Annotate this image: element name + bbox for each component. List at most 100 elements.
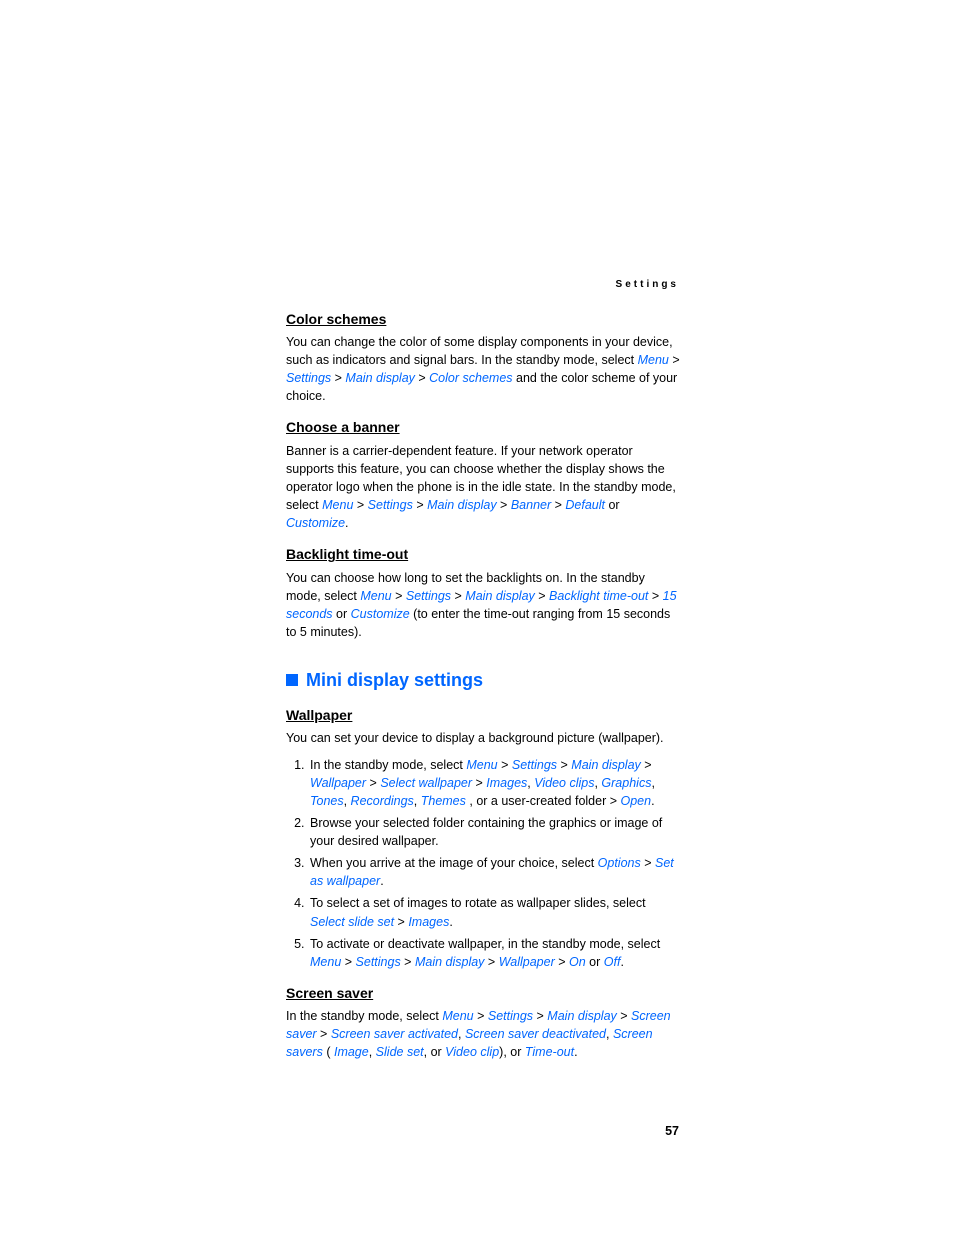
menu-path-term: Banner — [511, 498, 551, 512]
text: . — [574, 1045, 577, 1059]
menu-path-term: Open — [621, 794, 652, 808]
menu-path-term: Settings — [356, 955, 401, 969]
separator: > — [641, 758, 652, 772]
text: In the standby mode, select — [310, 758, 466, 772]
menu-path-term: Default — [565, 498, 605, 512]
menu-path-term: Menu — [322, 498, 353, 512]
text: To activate or deactivate wallpaper, in … — [310, 937, 660, 951]
menu-path-term: Customize — [351, 607, 410, 621]
list-item: When you arrive at the image of your cho… — [308, 854, 681, 890]
menu-path-term: Main display — [415, 955, 484, 969]
menu-path-term: Settings — [406, 589, 451, 603]
text: ), or — [499, 1045, 525, 1059]
menu-path-term: Video clips — [534, 776, 594, 790]
text: or — [608, 498, 619, 512]
paragraph: You can change the color of some display… — [286, 333, 681, 406]
text: , — [606, 1027, 613, 1041]
text: or — [336, 607, 351, 621]
text: . — [345, 516, 348, 530]
menu-path-term: Wallpaper — [310, 776, 366, 790]
paragraph: Banner is a carrier-dependent feature. I… — [286, 442, 681, 533]
menu-path-term: Settings — [368, 498, 413, 512]
menu-path-term: Main display — [547, 1009, 616, 1023]
square-bullet-icon — [286, 674, 298, 686]
menu-path-term: Customize — [286, 516, 345, 530]
separator: > — [474, 1009, 488, 1023]
menu-path-term: Image — [334, 1045, 369, 1059]
text: . — [449, 915, 452, 929]
separator: > — [498, 758, 512, 772]
menu-path-term: Graphics — [601, 776, 651, 790]
menu-path-term: Menu — [466, 758, 497, 772]
text: . — [620, 955, 623, 969]
menu-path-term: Images — [408, 915, 449, 929]
menu-path-term: Options — [598, 856, 641, 870]
list-item: In the standby mode, select Menu > Setti… — [308, 756, 681, 810]
separator: > — [415, 371, 429, 385]
separator: > — [648, 589, 662, 603]
text: or — [589, 955, 604, 969]
menu-path-term: Off — [604, 955, 621, 969]
text: You can change the color of some display… — [286, 335, 673, 367]
separator: > — [317, 1027, 331, 1041]
separator: > — [669, 353, 680, 367]
separator: > — [331, 371, 345, 385]
text: , — [651, 776, 654, 790]
separator: > — [484, 955, 498, 969]
menu-path-term: Slide set — [376, 1045, 424, 1059]
heading-text: Mini display settings — [306, 667, 483, 693]
list-item: To select a set of images to rotate as w… — [308, 894, 681, 930]
menu-path-term: Video clip — [445, 1045, 499, 1059]
menu-path-term: Main display — [345, 371, 414, 385]
heading-mini-display-settings: Mini display settings — [286, 667, 681, 693]
separator: > — [353, 498, 367, 512]
text: In the standby mode, select — [286, 1009, 442, 1023]
paragraph: You can set your device to display a bac… — [286, 729, 681, 747]
separator: > — [401, 955, 415, 969]
menu-path-term: Settings — [512, 758, 557, 772]
menu-path-term: Menu — [310, 955, 341, 969]
menu-path-term: Menu — [442, 1009, 473, 1023]
text: , — [344, 794, 351, 808]
separator: > — [557, 758, 571, 772]
heading-screen-saver: Screen saver — [286, 983, 681, 1003]
menu-path-term: Main display — [571, 758, 640, 772]
menu-path-term: Backlight time-out — [549, 589, 648, 603]
separator: > — [617, 1009, 631, 1023]
menu-path-term: Select slide set — [310, 915, 394, 929]
text: . — [651, 794, 654, 808]
menu-path-term: Wallpaper — [499, 955, 555, 969]
menu-path-term: Screen saver deactivated — [465, 1027, 606, 1041]
page: Settings Color schemes You can change th… — [0, 0, 954, 1235]
menu-path-term: Menu — [638, 353, 669, 367]
separator: > — [413, 498, 427, 512]
menu-path-term: Settings — [488, 1009, 533, 1023]
menu-path-term: Settings — [286, 371, 331, 385]
menu-path-term: Main display — [465, 589, 534, 603]
menu-path-term: Themes — [421, 794, 466, 808]
menu-path-term: On — [569, 955, 586, 969]
content-column: Settings Color schemes You can change th… — [286, 278, 681, 1140]
separator: > — [394, 915, 408, 929]
separator: > — [641, 856, 655, 870]
separator: > — [341, 955, 355, 969]
menu-path-term: Images — [486, 776, 527, 790]
text: , or — [424, 1045, 446, 1059]
paragraph: You can choose how long to set the backl… — [286, 569, 681, 642]
text: When you arrive at the image of your cho… — [310, 856, 598, 870]
menu-path-term: Time-out — [525, 1045, 574, 1059]
menu-path-term: Tones — [310, 794, 344, 808]
list-item: Browse your selected folder containing t… — [308, 814, 681, 850]
paragraph: In the standby mode, select Menu > Setti… — [286, 1007, 681, 1061]
running-header: Settings — [286, 278, 679, 293]
separator: > — [392, 589, 406, 603]
text: , — [414, 794, 421, 808]
ordered-list: In the standby mode, select Menu > Setti… — [286, 756, 681, 971]
page-number: 57 — [286, 1122, 679, 1140]
separator: > — [451, 589, 465, 603]
menu-path-term: Color schemes — [429, 371, 512, 385]
list-item: To activate or deactivate wallpaper, in … — [308, 935, 681, 971]
menu-path-term: Select wallpaper — [380, 776, 472, 790]
text: . — [380, 874, 383, 888]
separator: > — [472, 776, 486, 790]
